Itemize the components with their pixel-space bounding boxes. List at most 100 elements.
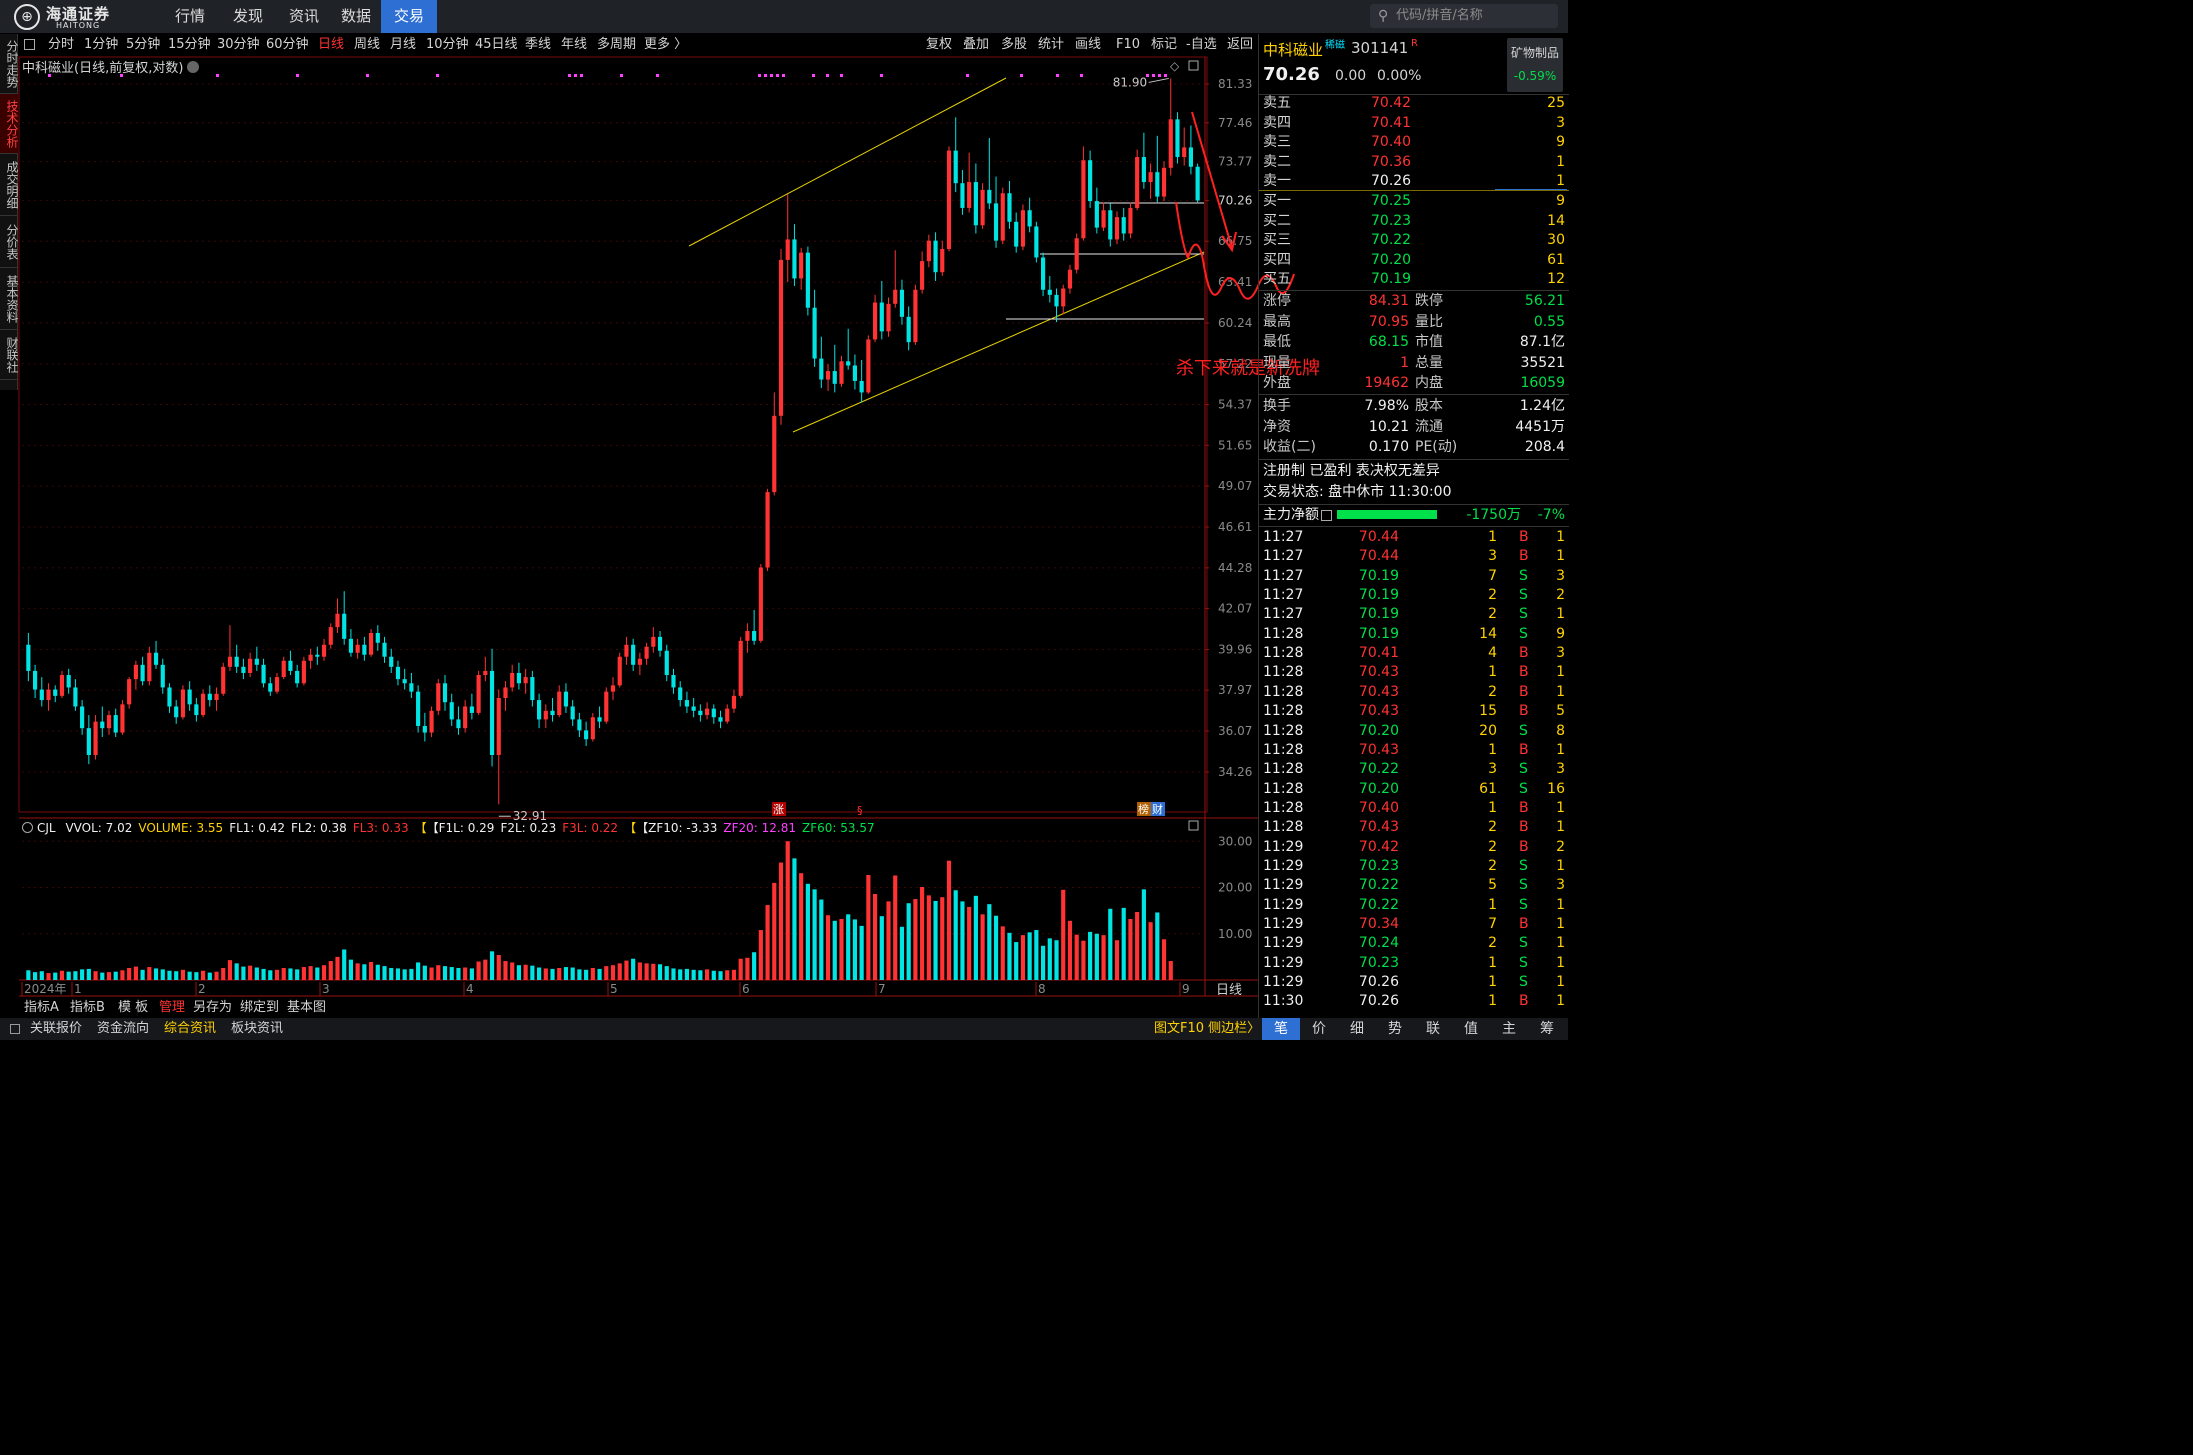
candle-body (321, 644, 327, 657)
stock-name[interactable]: 中科磁业 (1263, 39, 1323, 60)
candle-body (940, 249, 945, 273)
volume-bar (59, 970, 65, 980)
indicator-value: ZF20: 12.81 (723, 821, 797, 835)
candle-body (523, 677, 528, 684)
indicator-settings-icon[interactable] (22, 822, 33, 833)
status-news[interactable]: 综合资讯 (164, 1018, 216, 1040)
ask-row[interactable]: 卖四 70.41 3 (1259, 114, 1569, 133)
tick-count: 1 (1556, 799, 1565, 816)
bid-row[interactable]: 买一 70.25 9 (1259, 192, 1569, 211)
candle-body (248, 658, 253, 673)
volume-bar (483, 959, 488, 980)
tab-manage[interactable]: 管理 (159, 998, 185, 1018)
price-tick-label: 51.65 (1218, 438, 1252, 452)
ask-row[interactable]: 卖二 70.36 1 (1259, 153, 1569, 172)
volume-bar (557, 967, 562, 980)
stat-label: 换手 (1263, 398, 1291, 414)
volume-bar (442, 966, 448, 980)
tick-count: 1 (1556, 974, 1565, 991)
volume-bar (657, 964, 663, 980)
quote-tab[interactable]: 筹 (1528, 1018, 1566, 1040)
candle-body (362, 644, 367, 655)
volume-bar (973, 895, 978, 980)
status-related-quote[interactable]: 关联报价 (30, 1018, 82, 1040)
candle-body (268, 683, 273, 692)
candle-body (127, 679, 132, 705)
bid-price: 70.20 (1371, 251, 1412, 268)
last-price: 70.26 (1263, 64, 1320, 85)
volume-bar (913, 899, 918, 980)
candle-body (765, 492, 770, 568)
main-flow-row[interactable]: 主力净额 -1750万 -7% (1259, 505, 1569, 525)
candle-body (752, 631, 757, 641)
stat-row: 最高 70.95 量比 0.55 (1259, 312, 1569, 332)
volume-bar (86, 968, 91, 980)
volume-bar (315, 967, 320, 980)
tick-price: 70.19 (1358, 606, 1399, 623)
candle-body (772, 415, 777, 493)
tick-row: 11:28 70.20 61 S 16 (1259, 780, 1569, 799)
bid-price: 70.19 (1371, 271, 1412, 287)
candle-body (906, 316, 911, 343)
volume-bar (879, 916, 884, 980)
candle-body (140, 664, 145, 682)
volume-bar (26, 970, 31, 980)
quote-tab[interactable]: 细 (1338, 1018, 1376, 1040)
tab-save-as[interactable]: 另存为 (193, 998, 232, 1018)
quote-tab[interactable]: 笔 (1262, 1018, 1300, 1040)
candle-body (1182, 147, 1187, 158)
status-f10-sidebar[interactable]: 图文F10 侧边栏〉 (1154, 1018, 1260, 1040)
event-dot (436, 74, 439, 77)
ask-row[interactable]: 卖五 70.42 25 (1259, 94, 1569, 113)
quote-tab[interactable]: 势 (1376, 1018, 1414, 1040)
tab-basic-chart[interactable]: 基本图 (287, 998, 326, 1018)
quote-panel-tabs: 笔价细势联值主筹 (1258, 1018, 1568, 1040)
candle-body (510, 672, 515, 688)
tab-indicator-b[interactable]: 指标B (70, 998, 105, 1018)
bid-row[interactable]: 买四 70.20 61 (1259, 251, 1569, 270)
volume-bar (100, 972, 105, 980)
indicator-value: FL2: 0.38 (291, 821, 347, 835)
tick-row: 11:28 70.19 14 S 9 (1259, 625, 1569, 644)
candle-body (1047, 289, 1052, 295)
volume-bar (1168, 961, 1173, 980)
volume-bar (1000, 926, 1005, 980)
bid-row[interactable]: 买三 70.22 30 (1259, 231, 1569, 250)
ask-row[interactable]: 卖三 70.40 9 (1259, 133, 1569, 152)
volume-bar (456, 967, 461, 980)
time-tick-label: 8 (1038, 982, 1046, 996)
sector-card[interactable]: 矿物制品 -0.59% (1507, 38, 1563, 92)
price-tick-label: 81.33 (1218, 77, 1252, 91)
bid-row[interactable]: 买五 70.19 12 (1259, 270, 1569, 289)
tab-template[interactable]: 模 板 (118, 998, 148, 1018)
candle-body (899, 289, 905, 317)
candle-body (691, 706, 696, 711)
candle-body (718, 717, 723, 722)
tick-time: 11:28 (1263, 761, 1304, 778)
candle-body (1020, 210, 1026, 247)
volume-bar (416, 962, 421, 980)
bid-row[interactable]: 买二 70.23 14 (1259, 212, 1569, 231)
indicator-value: F2L: 0.23 (500, 821, 557, 835)
volume-tick-label: 20.00 (1218, 881, 1252, 895)
volume-bar (80, 969, 85, 980)
status-menu-icon[interactable] (10, 1024, 20, 1034)
event-dot (1020, 74, 1023, 77)
candle-body (442, 683, 448, 703)
quote-tab[interactable]: 主 (1490, 1018, 1528, 1040)
quote-tab[interactable]: 值 (1452, 1018, 1490, 1040)
volume-bar (604, 966, 609, 980)
status-fund-flow[interactable]: 资金流向 (97, 1018, 149, 1040)
stat-row: 最低 68.15 市值 87.1亿 (1259, 332, 1569, 352)
quote-tab[interactable]: 联 (1414, 1018, 1452, 1040)
tick-time: 11:27 (1263, 587, 1304, 604)
status-sector-news[interactable]: 板块资讯 (231, 1018, 283, 1040)
volume-bar (1114, 940, 1120, 980)
main-flow-menu-icon[interactable] (1321, 510, 1332, 521)
volume-bar (711, 970, 716, 980)
tab-bind-to[interactable]: 绑定到 (240, 998, 279, 1018)
tab-indicator-a[interactable]: 指标A (24, 998, 59, 1018)
candle-body (200, 693, 206, 716)
tick-count: 1 (1556, 606, 1565, 623)
quote-tab[interactable]: 价 (1300, 1018, 1338, 1040)
